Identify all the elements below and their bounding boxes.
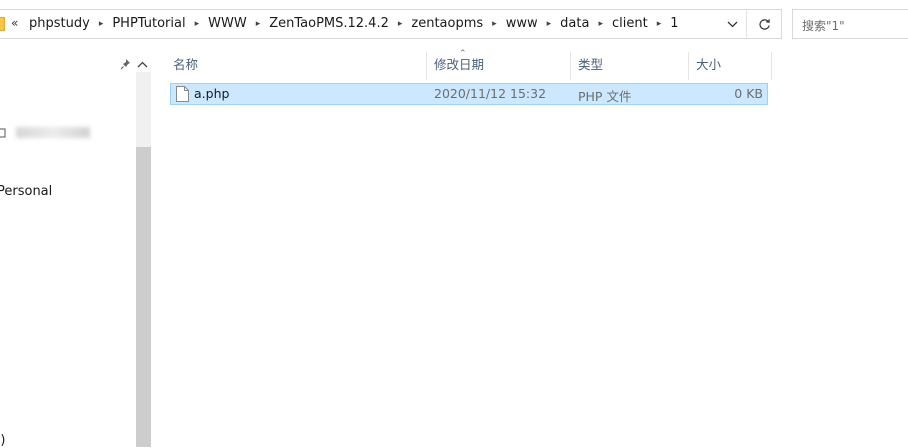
breadcrumb-item-www[interactable]: WWW [208,16,247,31]
column-header-modified[interactable]: 修改日期 [427,52,570,78]
folder-icon [0,17,5,31]
search-input[interactable]: 搜索"1" [792,9,908,39]
breadcrumb: phpstudy ▸ PHPTutorial ▸ WWW ▸ ZenTaoPMS… [29,16,679,31]
chevron-right-icon[interactable]: ▸ [598,19,603,29]
breadcrumb-item-client[interactable]: client [612,16,648,31]
file-icon [176,86,189,106]
breadcrumb-item-www-sub[interactable]: www [506,16,538,31]
chevron-right-icon[interactable]: ▸ [398,19,403,29]
file-type: PHP 文件 [578,89,632,104]
chevron-right-icon[interactable]: ▸ [547,19,552,29]
chevron-right-icon[interactable]: ▸ [99,19,104,29]
chevron-right-icon[interactable]: ▸ [657,19,662,29]
breadcrumb-item-zentaopms-version[interactable]: ZenTaoPMS.12.4.2 [269,16,389,31]
address-divider [746,10,747,38]
file-name: a.php [194,86,230,101]
redacted-nav-icon[interactable] [0,126,12,144]
breadcrumb-overflow-button[interactable]: « [11,16,18,30]
column-divider[interactable] [771,52,772,80]
chevron-up-icon[interactable] [137,57,148,72]
column-header-size[interactable]: 大小 [689,52,771,78]
breadcrumb-item-phpstudy[interactable]: phpstudy [29,16,90,31]
file-modified: 2020/11/12 15:32 [434,86,547,101]
column-header-name[interactable]: 名称 [166,52,426,78]
chevron-right-icon[interactable]: ▸ [256,19,261,29]
address-row: « phpstudy ▸ PHPTutorial ▸ WWW ▸ ZenTaoP… [0,0,908,50]
file-row[interactable]: a.php 2020/11/12 15:32 PHP 文件 0 KB [170,83,768,105]
nav-item-personal[interactable]: Personal [0,184,52,199]
breadcrumb-item-1[interactable]: 1 [670,16,678,31]
pin-icon[interactable] [120,58,132,74]
chevron-right-icon[interactable]: ▸ [492,19,497,29]
column-headers: ⌃ 名称 修改日期 类型 大小 [166,49,772,80]
redacted-nav-label [16,127,90,138]
search-placeholder: 搜索"1" [802,19,845,33]
breadcrumb-item-data[interactable]: data [560,16,589,31]
navigation-pane: Personal :) [0,50,152,448]
chevron-down-icon[interactable] [721,14,743,34]
address-bar[interactable]: « phpstudy ▸ PHPTutorial ▸ WWW ▸ ZenTaoP… [0,9,782,39]
breadcrumb-item-zentaopms[interactable]: zentaopms [411,16,483,31]
column-header-type[interactable]: 类型 [571,52,688,78]
nav-item-drive[interactable]: :) [0,433,5,448]
nav-scrollbar-thumb[interactable] [136,147,151,447]
refresh-icon[interactable] [751,13,777,35]
file-size: 0 KB [734,86,763,101]
chevron-right-icon[interactable]: ▸ [195,19,200,29]
breadcrumb-item-phptutorial[interactable]: PHPTutorial [112,16,185,31]
